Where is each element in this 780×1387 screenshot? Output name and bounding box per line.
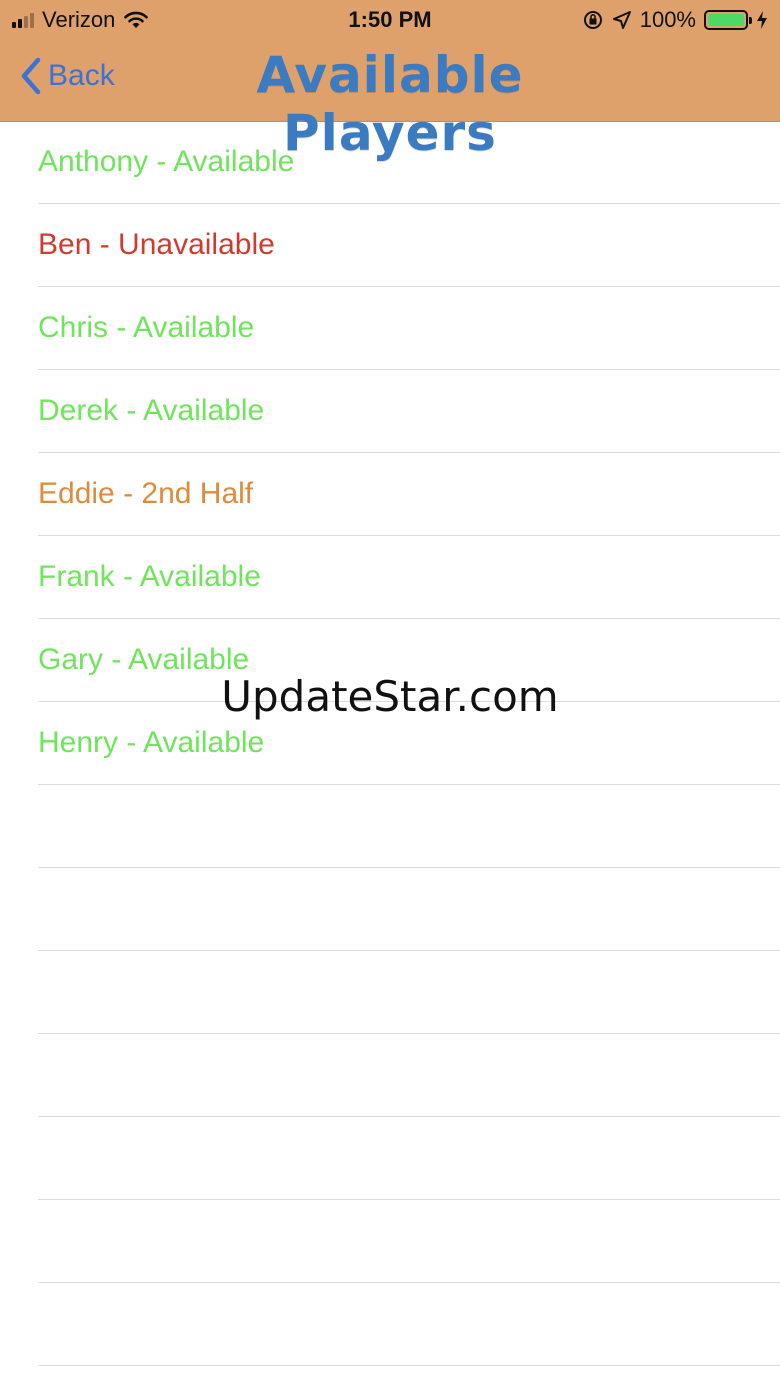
- empty-list-item[interactable]: [0, 785, 780, 868]
- battery-fill: [708, 14, 744, 26]
- orientation-lock-icon: [583, 11, 602, 29]
- back-label: Back: [48, 59, 115, 92]
- player-status-label: Anthony - Available: [38, 145, 295, 178]
- player-status-label: Henry - Available: [38, 726, 265, 759]
- app-screen: Verizon 1:50 PM 100% Back Available Play…: [0, 0, 780, 1387]
- list-item[interactable]: Ben - Unavailable: [0, 204, 780, 287]
- header-bar: Verizon 1:50 PM 100% Back Available Play…: [0, 0, 780, 162]
- empty-list-item[interactable]: [0, 1034, 780, 1117]
- empty-list-item[interactable]: [0, 951, 780, 1034]
- watermark-text: UpdateStar.com: [221, 672, 559, 721]
- player-status-label: Frank - Available: [38, 560, 261, 593]
- list-item[interactable]: Derek - Available: [0, 370, 780, 453]
- navigation-bar: Back Available Players: [0, 40, 780, 162]
- chevron-left-icon: [21, 57, 41, 95]
- empty-list-item[interactable]: [0, 1283, 780, 1366]
- battery-icon: [704, 10, 752, 30]
- player-status-label: Eddie - 2nd Half: [38, 477, 254, 510]
- list-item[interactable]: Chris - Available: [0, 287, 780, 370]
- player-status-label: Chris - Available: [38, 311, 255, 344]
- list-item[interactable]: Anthony - Available: [0, 121, 780, 204]
- charging-bolt-icon: [757, 11, 767, 29]
- empty-list-item[interactable]: [0, 1200, 780, 1283]
- empty-list-item[interactable]: [0, 868, 780, 951]
- list-item[interactable]: Eddie - 2nd Half: [0, 453, 780, 536]
- battery-percent: 100%: [639, 7, 696, 32]
- list-item[interactable]: Frank - Available: [0, 536, 780, 619]
- status-right: 100%: [582, 7, 768, 33]
- location-arrow-icon: [612, 11, 631, 29]
- status-bar: Verizon 1:50 PM 100%: [0, 0, 780, 40]
- player-status-label: Derek - Available: [38, 394, 265, 427]
- player-list: Anthony - Available Ben - Unavailable Chri…: [0, 121, 780, 1366]
- back-button[interactable]: Back: [20, 56, 115, 96]
- empty-list-item[interactable]: [0, 1117, 780, 1200]
- player-status-label: Ben - Unavailable: [38, 228, 275, 261]
